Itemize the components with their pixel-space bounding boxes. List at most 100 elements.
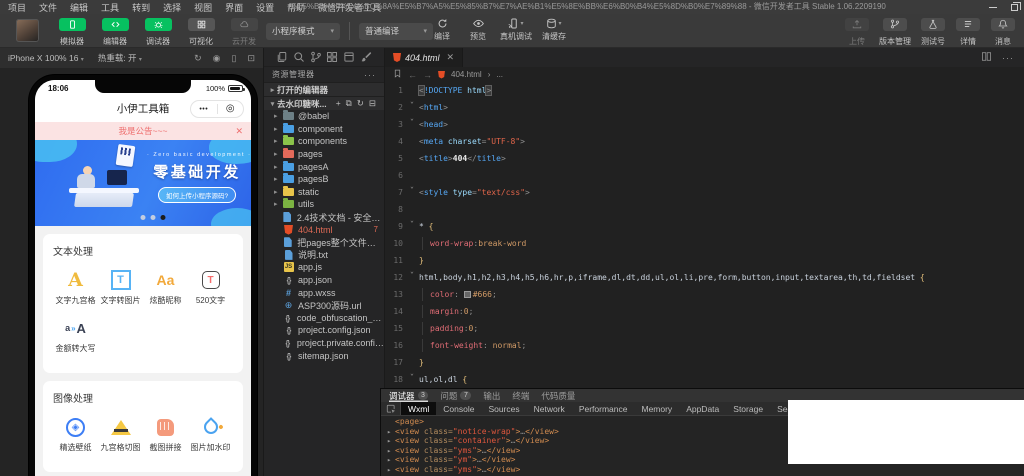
devtools-tab-performance[interactable]: Performance <box>572 402 635 415</box>
restore-icon[interactable] <box>1011 4 1018 11</box>
back-icon[interactable]: ← <box>408 70 417 80</box>
forward-icon[interactable]: → <box>423 70 432 80</box>
more-actions-icon[interactable]: ··· <box>1002 53 1014 63</box>
file-row[interactable]: #app.wxss <box>264 286 384 299</box>
open-editors-section[interactable]: ▸ 打开的编辑器 <box>264 82 384 96</box>
action-branch[interactable]: 版本管理 <box>879 16 911 47</box>
mode-button-phone[interactable]: 模拟器 <box>54 16 90 47</box>
close-circle-icon[interactable]: ◎ <box>218 101 244 117</box>
breadcrumb-more[interactable]: ... <box>496 70 503 79</box>
compile-mode-select[interactable]: 普通编译 ▾ <box>359 23 433 40</box>
tool-item-upper[interactable]: a»A金额转大写 <box>53 316 98 354</box>
folder-row[interactable]: ▸components <box>264 135 384 148</box>
new-folder-icon[interactable]: ⧉ <box>346 98 352 109</box>
tool-item-t520[interactable]: T520文字 <box>188 268 233 306</box>
grid-icon[interactable] <box>326 51 338 63</box>
device-frame-icon[interactable]: ▯ <box>232 53 237 64</box>
devtools-tab-console[interactable]: Console <box>436 402 481 415</box>
minimize-icon[interactable] <box>989 7 997 8</box>
action-eye[interactable]: 预览 <box>464 16 492 42</box>
file-row[interactable]: {}app.json <box>264 274 384 287</box>
project-section[interactable]: ▾ 去水印糖咪... +⧉↻⊟ <box>264 96 384 110</box>
carousel-dot[interactable] <box>141 215 146 220</box>
action-refresh[interactable]: 编译 <box>428 16 456 42</box>
new-file-icon[interactable]: + <box>336 98 341 109</box>
file-row[interactable]: ⊕ASP300源码.url <box>264 299 384 312</box>
tool-item-nick[interactable]: Aa炫酷昵称 <box>143 268 188 306</box>
wxml-node[interactable]: ▸<view class="yms">…</view> <box>381 465 1024 475</box>
banner-button[interactable]: 如何上传小程序源码? <box>158 187 236 203</box>
file-row[interactable]: JSapp.js <box>264 261 384 274</box>
menu-item[interactable]: 编辑 <box>70 1 88 14</box>
action-bell[interactable]: 消息 <box>990 16 1016 47</box>
tool-item-textimg[interactable]: T文字转图片 <box>98 268 143 306</box>
breadcrumb-file[interactable]: 404.html <box>451 70 482 79</box>
action-test[interactable]: 测试号 <box>920 16 946 47</box>
folder-row[interactable]: ▸pagesB <box>264 173 384 186</box>
carousel-dot[interactable] <box>151 215 156 220</box>
panel-tab-终端[interactable]: 终端 <box>512 389 529 402</box>
branch-icon[interactable] <box>310 51 322 63</box>
action-cache[interactable]: ▾清缓存 <box>540 16 568 42</box>
tool-item-shot[interactable]: 截图拼接 <box>143 415 188 453</box>
mini-program-mode-select[interactable]: 小程序模式 ▾ <box>266 23 340 40</box>
folder-row[interactable]: ▸component <box>264 123 384 136</box>
menu-item[interactable]: 设置 <box>256 1 274 14</box>
action-detail[interactable]: 详情 <box>955 16 981 47</box>
file-row[interactable]: 404.html7 <box>264 223 384 236</box>
panel-tab-输出[interactable]: 输出 <box>483 389 500 402</box>
tool-item-textgrid[interactable]: A文字九宫格 <box>53 268 98 306</box>
action-device[interactable]: ▾真机调试 <box>500 16 532 42</box>
panel-tab-问题[interactable]: 问题7 <box>440 389 471 402</box>
record-icon[interactable]: ◉ <box>213 53 221 64</box>
file-row[interactable]: 说明.txt <box>264 249 384 262</box>
close-tab-icon[interactable]: ✕ <box>447 52 455 63</box>
brush-icon[interactable] <box>360 51 372 63</box>
carousel-dot[interactable] <box>161 215 166 220</box>
mode-button-code[interactable]: 编辑器 <box>97 16 133 47</box>
devtools-tab-network[interactable]: Network <box>527 402 572 415</box>
mode-button-bug[interactable]: 调试器 <box>140 16 176 47</box>
search-icon[interactable] <box>293 51 305 63</box>
tool-item-nine[interactable]: 九宫格切图 <box>98 415 143 453</box>
menu-item[interactable]: 项目 <box>8 1 26 14</box>
folder-row[interactable]: ▸static <box>264 186 384 199</box>
folder-row[interactable]: ▸utils <box>264 198 384 211</box>
devtools-tab-appdata[interactable]: AppData <box>679 402 726 415</box>
more-actions-icon[interactable]: ··· <box>364 70 376 80</box>
box-icon[interactable] <box>343 51 355 63</box>
code-area[interactable]: 1<!DOCTYPE html>2ˇ<html>3ˇ<head>4<meta c… <box>385 82 1024 388</box>
mode-button-grid[interactable]: 可视化 <box>183 16 219 47</box>
bookmark-icon[interactable] <box>393 69 402 80</box>
folder-row[interactable]: ▸pages <box>264 148 384 161</box>
menu-item[interactable]: 转到 <box>132 1 150 14</box>
split-editor-icon[interactable] <box>981 49 992 67</box>
panel-tab-代码质量[interactable]: 代码质量 <box>541 389 575 402</box>
devtools-tab-wxml[interactable]: Wxml <box>401 402 436 415</box>
device-select[interactable]: iPhone X 100% 16 ▾ <box>8 53 84 63</box>
devtools-tab-sources[interactable]: Sources <box>481 402 526 415</box>
panel-tab-调试器[interactable]: 调试器3 <box>389 389 428 402</box>
more-menu-icon[interactable]: ••• <box>191 106 217 113</box>
devtools-tab-memory[interactable]: Memory <box>634 402 679 415</box>
menu-item[interactable]: 视图 <box>194 1 212 14</box>
restart-icon[interactable]: ↻ <box>194 53 202 64</box>
screenshot-icon[interactable]: ⊡ <box>247 53 255 64</box>
hot-reload-toggle[interactable]: 热重载: 开 ▾ <box>98 52 142 64</box>
tool-item-wall[interactable]: ◈精选壁纸 <box>53 415 98 453</box>
menu-item[interactable]: 界面 <box>225 1 243 14</box>
menu-item[interactable]: 工具 <box>101 1 119 14</box>
file-row[interactable]: {}project.config.json <box>264 324 384 337</box>
close-icon[interactable]: ✕ <box>235 122 243 140</box>
files-icon[interactable] <box>276 51 288 63</box>
inspect-element-icon[interactable] <box>381 402 401 415</box>
file-row[interactable]: 2.4技术文档 - 安全过滤... <box>264 211 384 224</box>
folder-row[interactable]: ▸@babel <box>264 110 384 123</box>
avatar[interactable] <box>16 19 39 42</box>
tool-item-water[interactable]: 图片加水印 <box>188 415 233 453</box>
file-row[interactable]: 把pages整个文件夹导... <box>264 236 384 249</box>
menu-item[interactable]: 文件 <box>39 1 57 14</box>
file-row[interactable]: {}project.private.config.js... <box>264 337 384 350</box>
folder-row[interactable]: ▸pagesA <box>264 160 384 173</box>
banner-carousel[interactable]: · Zero basic development · 零基础开发 如何上传小程序… <box>35 140 251 226</box>
